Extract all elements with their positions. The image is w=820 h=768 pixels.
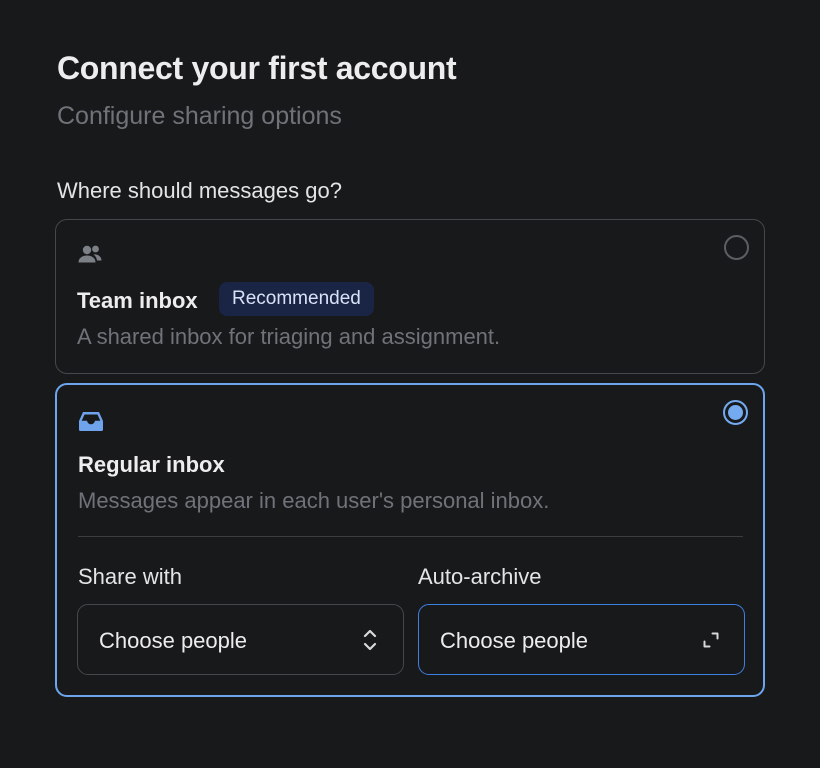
destination-question: Where should messages go? (57, 178, 342, 203)
divider (78, 536, 743, 537)
radio-dot (728, 405, 743, 420)
connect-account-page: Connect your first account Configure sha… (0, 0, 820, 768)
regular-inbox-title: Regular inbox (78, 452, 225, 477)
share-with-label: Share with (78, 564, 182, 589)
page-title: Connect your first account (57, 50, 457, 86)
share-with-select[interactable]: Choose people (77, 604, 404, 675)
regular-inbox-description: Messages appear in each user's personal … (78, 488, 550, 513)
auto-archive-label: Auto-archive (418, 564, 542, 589)
page-subtitle: Configure sharing options (57, 102, 342, 130)
team-inbox-title: Team inbox (77, 288, 198, 313)
option-team-inbox[interactable]: Team inbox Recommended A shared inbox fo… (55, 219, 765, 374)
auto-archive-select[interactable]: Choose people (418, 604, 745, 675)
recommended-badge: Recommended (219, 282, 374, 316)
team-inbox-radio[interactable] (724, 235, 749, 260)
auto-archive-value: Choose people (440, 628, 589, 653)
users-icon (77, 244, 103, 266)
chevron-up-down-icon (362, 627, 378, 653)
regular-inbox-radio[interactable] (723, 400, 748, 425)
option-regular-inbox[interactable]: Regular inbox Messages appear in each us… (55, 383, 765, 697)
expand-icon (702, 631, 720, 649)
share-with-value: Choose people (99, 628, 248, 653)
team-inbox-description: A shared inbox for triaging and assignme… (77, 324, 501, 349)
inbox-icon (78, 410, 104, 432)
